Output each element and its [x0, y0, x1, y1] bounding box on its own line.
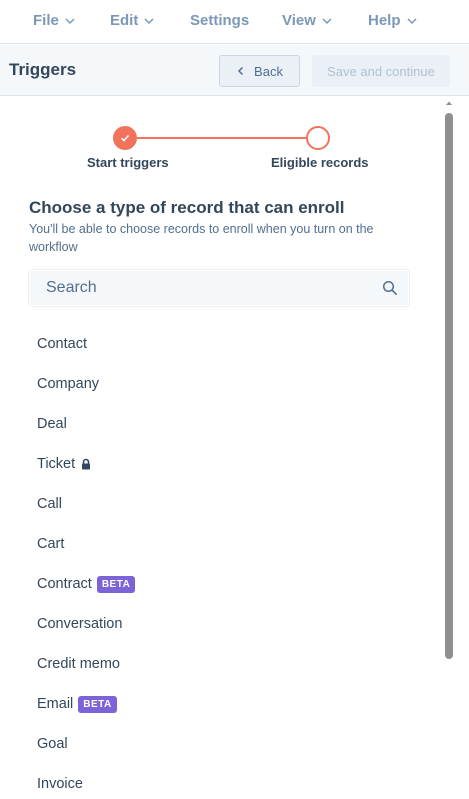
menu-edit-label: Edit: [110, 12, 139, 29]
record-option-contract[interactable]: Contract BETA: [37, 564, 417, 604]
panel-header: Triggers Back Save and continue: [0, 45, 469, 96]
save-button-label: Save and continue: [327, 63, 435, 79]
menu-view-label: View: [282, 12, 316, 29]
section-title: Choose a type of record that can enroll: [29, 198, 345, 217]
step-current-indicator: [306, 126, 330, 150]
record-option-label: Cart: [37, 536, 65, 552]
record-option-cart[interactable]: Cart: [37, 524, 417, 564]
menu-file-label: File: [33, 12, 59, 29]
search-input[interactable]: [46, 279, 382, 297]
record-option-email[interactable]: Email BETA: [37, 684, 417, 724]
beta-badge: BETA: [78, 695, 117, 713]
save-and-continue-button[interactable]: Save and continue: [312, 55, 450, 87]
back-button-label: Back: [254, 63, 283, 79]
section-description: You'll be able to choose records to enro…: [29, 222, 374, 254]
lock-icon: [82, 458, 91, 470]
chevron-down-icon: [322, 17, 332, 24]
step-label-eligible-records: Eligible records: [271, 155, 369, 170]
record-option-label: Conversation: [37, 616, 123, 632]
chevron-left-icon: [237, 66, 244, 76]
record-option-call[interactable]: Call: [37, 484, 417, 524]
record-option-label: Email: [37, 696, 74, 712]
scroll-up-arrow-icon[interactable]: [444, 99, 454, 107]
menu-edit[interactable]: Edit: [110, 12, 155, 29]
check-icon: [120, 134, 130, 142]
menu-view[interactable]: View: [282, 12, 333, 29]
page-title: Triggers: [9, 60, 77, 79]
beta-badge: BETA: [96, 575, 136, 593]
record-option-conversation[interactable]: Conversation: [37, 604, 417, 644]
record-option-label: Company: [37, 376, 100, 392]
record-option-label: Contact: [37, 336, 87, 352]
menu-bar: File Edit Settings View Help: [0, 0, 469, 44]
chevron-down-icon: [406, 17, 417, 24]
record-option-contact[interactable]: Contact: [37, 324, 417, 364]
step-complete-indicator: [113, 126, 137, 150]
record-option-label: Credit memo: [37, 656, 120, 672]
record-option-ticket[interactable]: Ticket: [37, 444, 417, 484]
record-type-list: Contact Company Deal Ticket Call Cart Co…: [37, 324, 417, 799]
record-option-label: Call: [37, 496, 62, 512]
menu-settings-label: Settings: [190, 12, 250, 29]
menu-help[interactable]: Help: [368, 12, 418, 29]
search-icon[interactable]: [382, 280, 398, 296]
record-option-deal[interactable]: Deal: [37, 404, 417, 444]
menu-help-label: Help: [368, 12, 401, 29]
back-button[interactable]: Back: [219, 55, 300, 87]
menu-settings[interactable]: Settings: [190, 12, 249, 29]
record-option-label: Goal: [37, 736, 68, 752]
scrollbar-thumb[interactable]: [445, 113, 453, 659]
record-option-goal[interactable]: Goal: [37, 724, 417, 764]
record-option-company[interactable]: Company: [37, 364, 417, 404]
chevron-down-icon: [65, 17, 75, 24]
menu-file[interactable]: File: [33, 12, 76, 29]
record-option-label: Contract: [37, 576, 92, 592]
stepper-progress-line: [137, 137, 306, 139]
record-option-credit-memo[interactable]: Credit memo: [37, 644, 417, 684]
step-label-start-triggers: Start triggers: [87, 155, 169, 170]
record-option-invoice[interactable]: Invoice: [37, 764, 417, 799]
record-option-label: Invoice: [37, 776, 83, 792]
chevron-down-icon: [144, 17, 154, 24]
record-option-label: Deal: [37, 416, 67, 432]
search-box: [28, 269, 410, 307]
record-option-label: Ticket: [37, 456, 76, 472]
